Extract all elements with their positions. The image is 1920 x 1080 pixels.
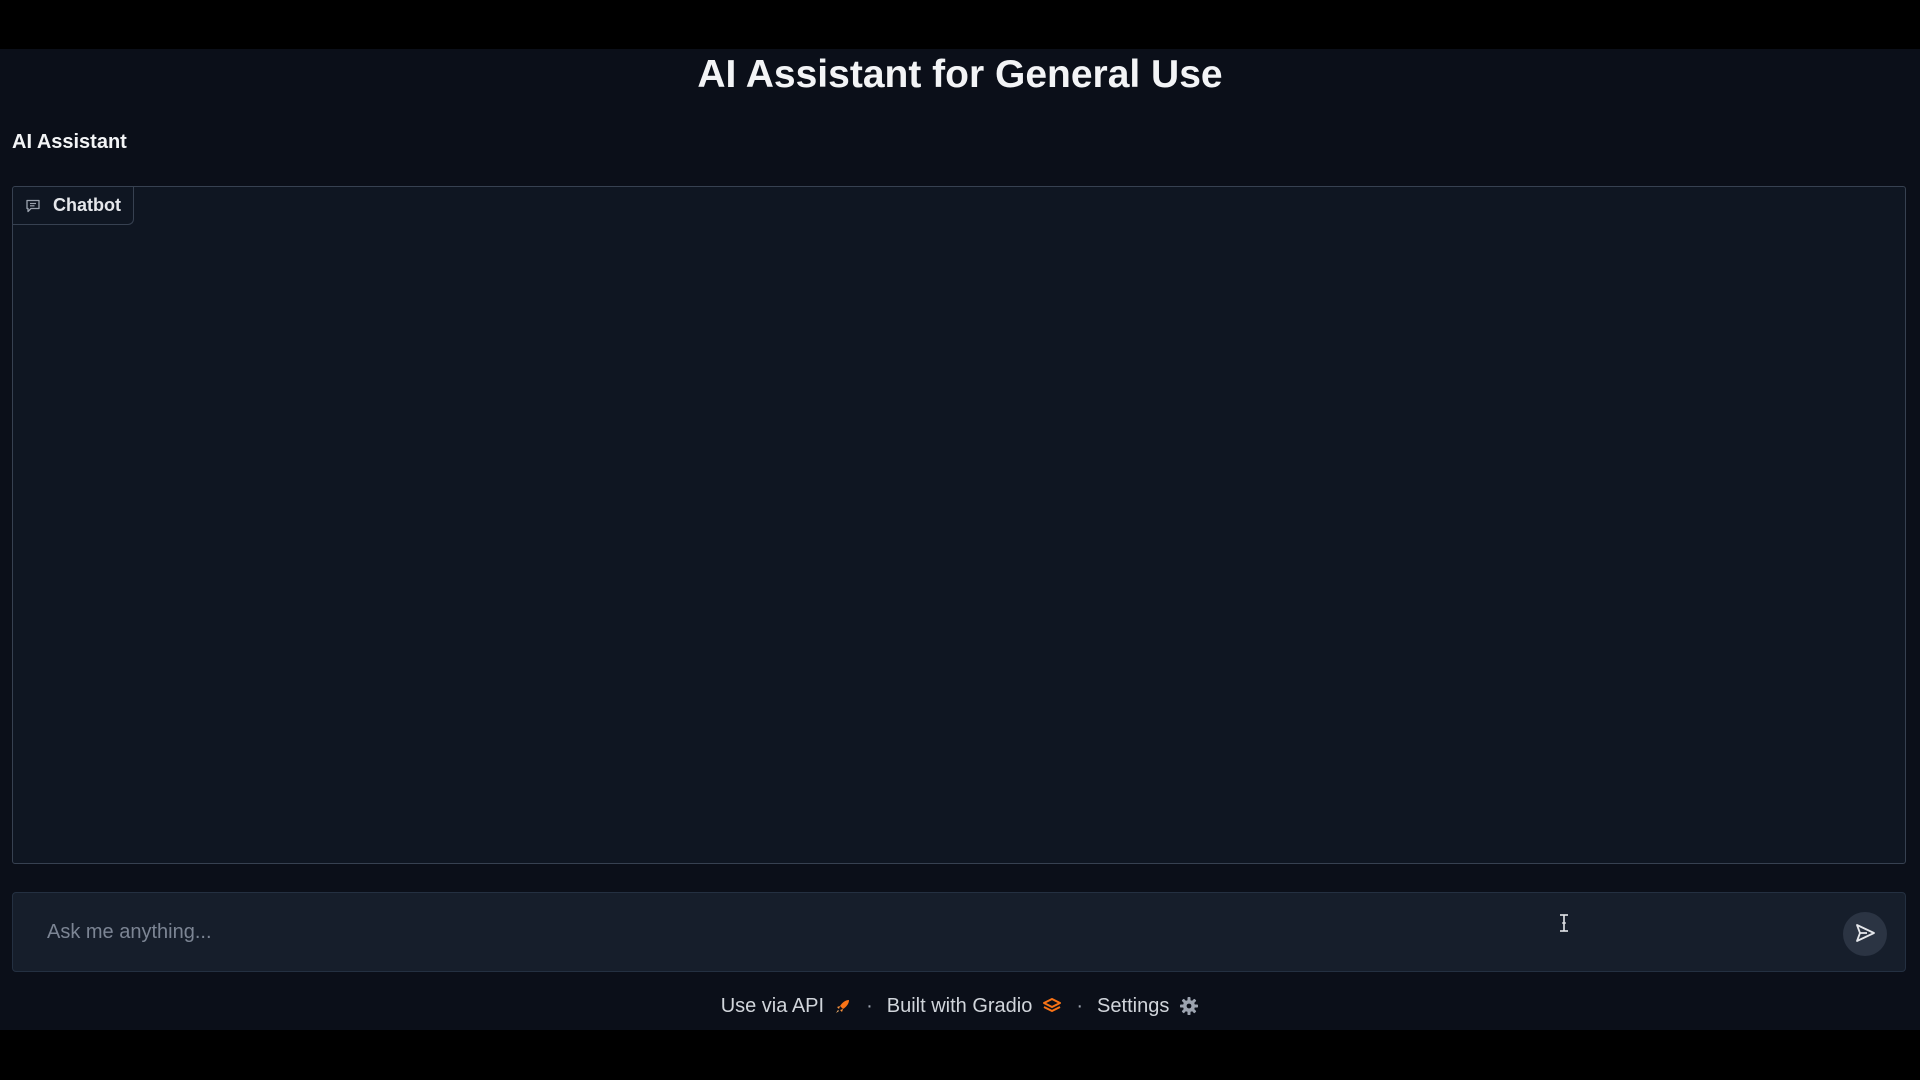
footer: Use via API · Built with Gradio · Settin… xyxy=(0,990,1920,1022)
send-icon xyxy=(1853,921,1877,948)
top-letterbox xyxy=(0,0,1920,49)
chatbot-badge-label: Chatbot xyxy=(53,195,121,215)
chatbot-panel: Chatbot xyxy=(12,186,1906,864)
chatbot-badge: Chatbot xyxy=(13,187,134,225)
use-via-api-link[interactable]: Use via API xyxy=(721,990,852,1022)
page-title: AI Assistant for General Use xyxy=(697,53,1223,96)
rocket-icon xyxy=(834,997,852,1015)
settings-label: Settings xyxy=(1097,995,1170,1017)
chat-icon xyxy=(25,198,41,214)
text-cursor-icon xyxy=(1556,912,1572,934)
footer-separator: · xyxy=(866,995,873,1017)
built-with-gradio-label: Built with Gradio xyxy=(886,995,1033,1017)
built-with-gradio-link[interactable]: Built with Gradio xyxy=(887,990,1063,1022)
footer-separator: · xyxy=(1076,995,1084,1017)
bottom-letterbox xyxy=(0,1030,1920,1080)
gear-icon xyxy=(1179,996,1199,1016)
settings-link[interactable]: Settings xyxy=(1097,990,1199,1022)
gradio-logo-icon xyxy=(1042,997,1062,1015)
section-label: AI Assistant xyxy=(12,131,127,153)
gradio-app: AI Assistant for General Use AI Assistan… xyxy=(0,49,1920,1030)
message-input-row xyxy=(12,892,1906,972)
message-input[interactable] xyxy=(33,911,1813,953)
use-via-api-label: Use via API xyxy=(720,995,825,1017)
send-button[interactable] xyxy=(1843,912,1887,956)
